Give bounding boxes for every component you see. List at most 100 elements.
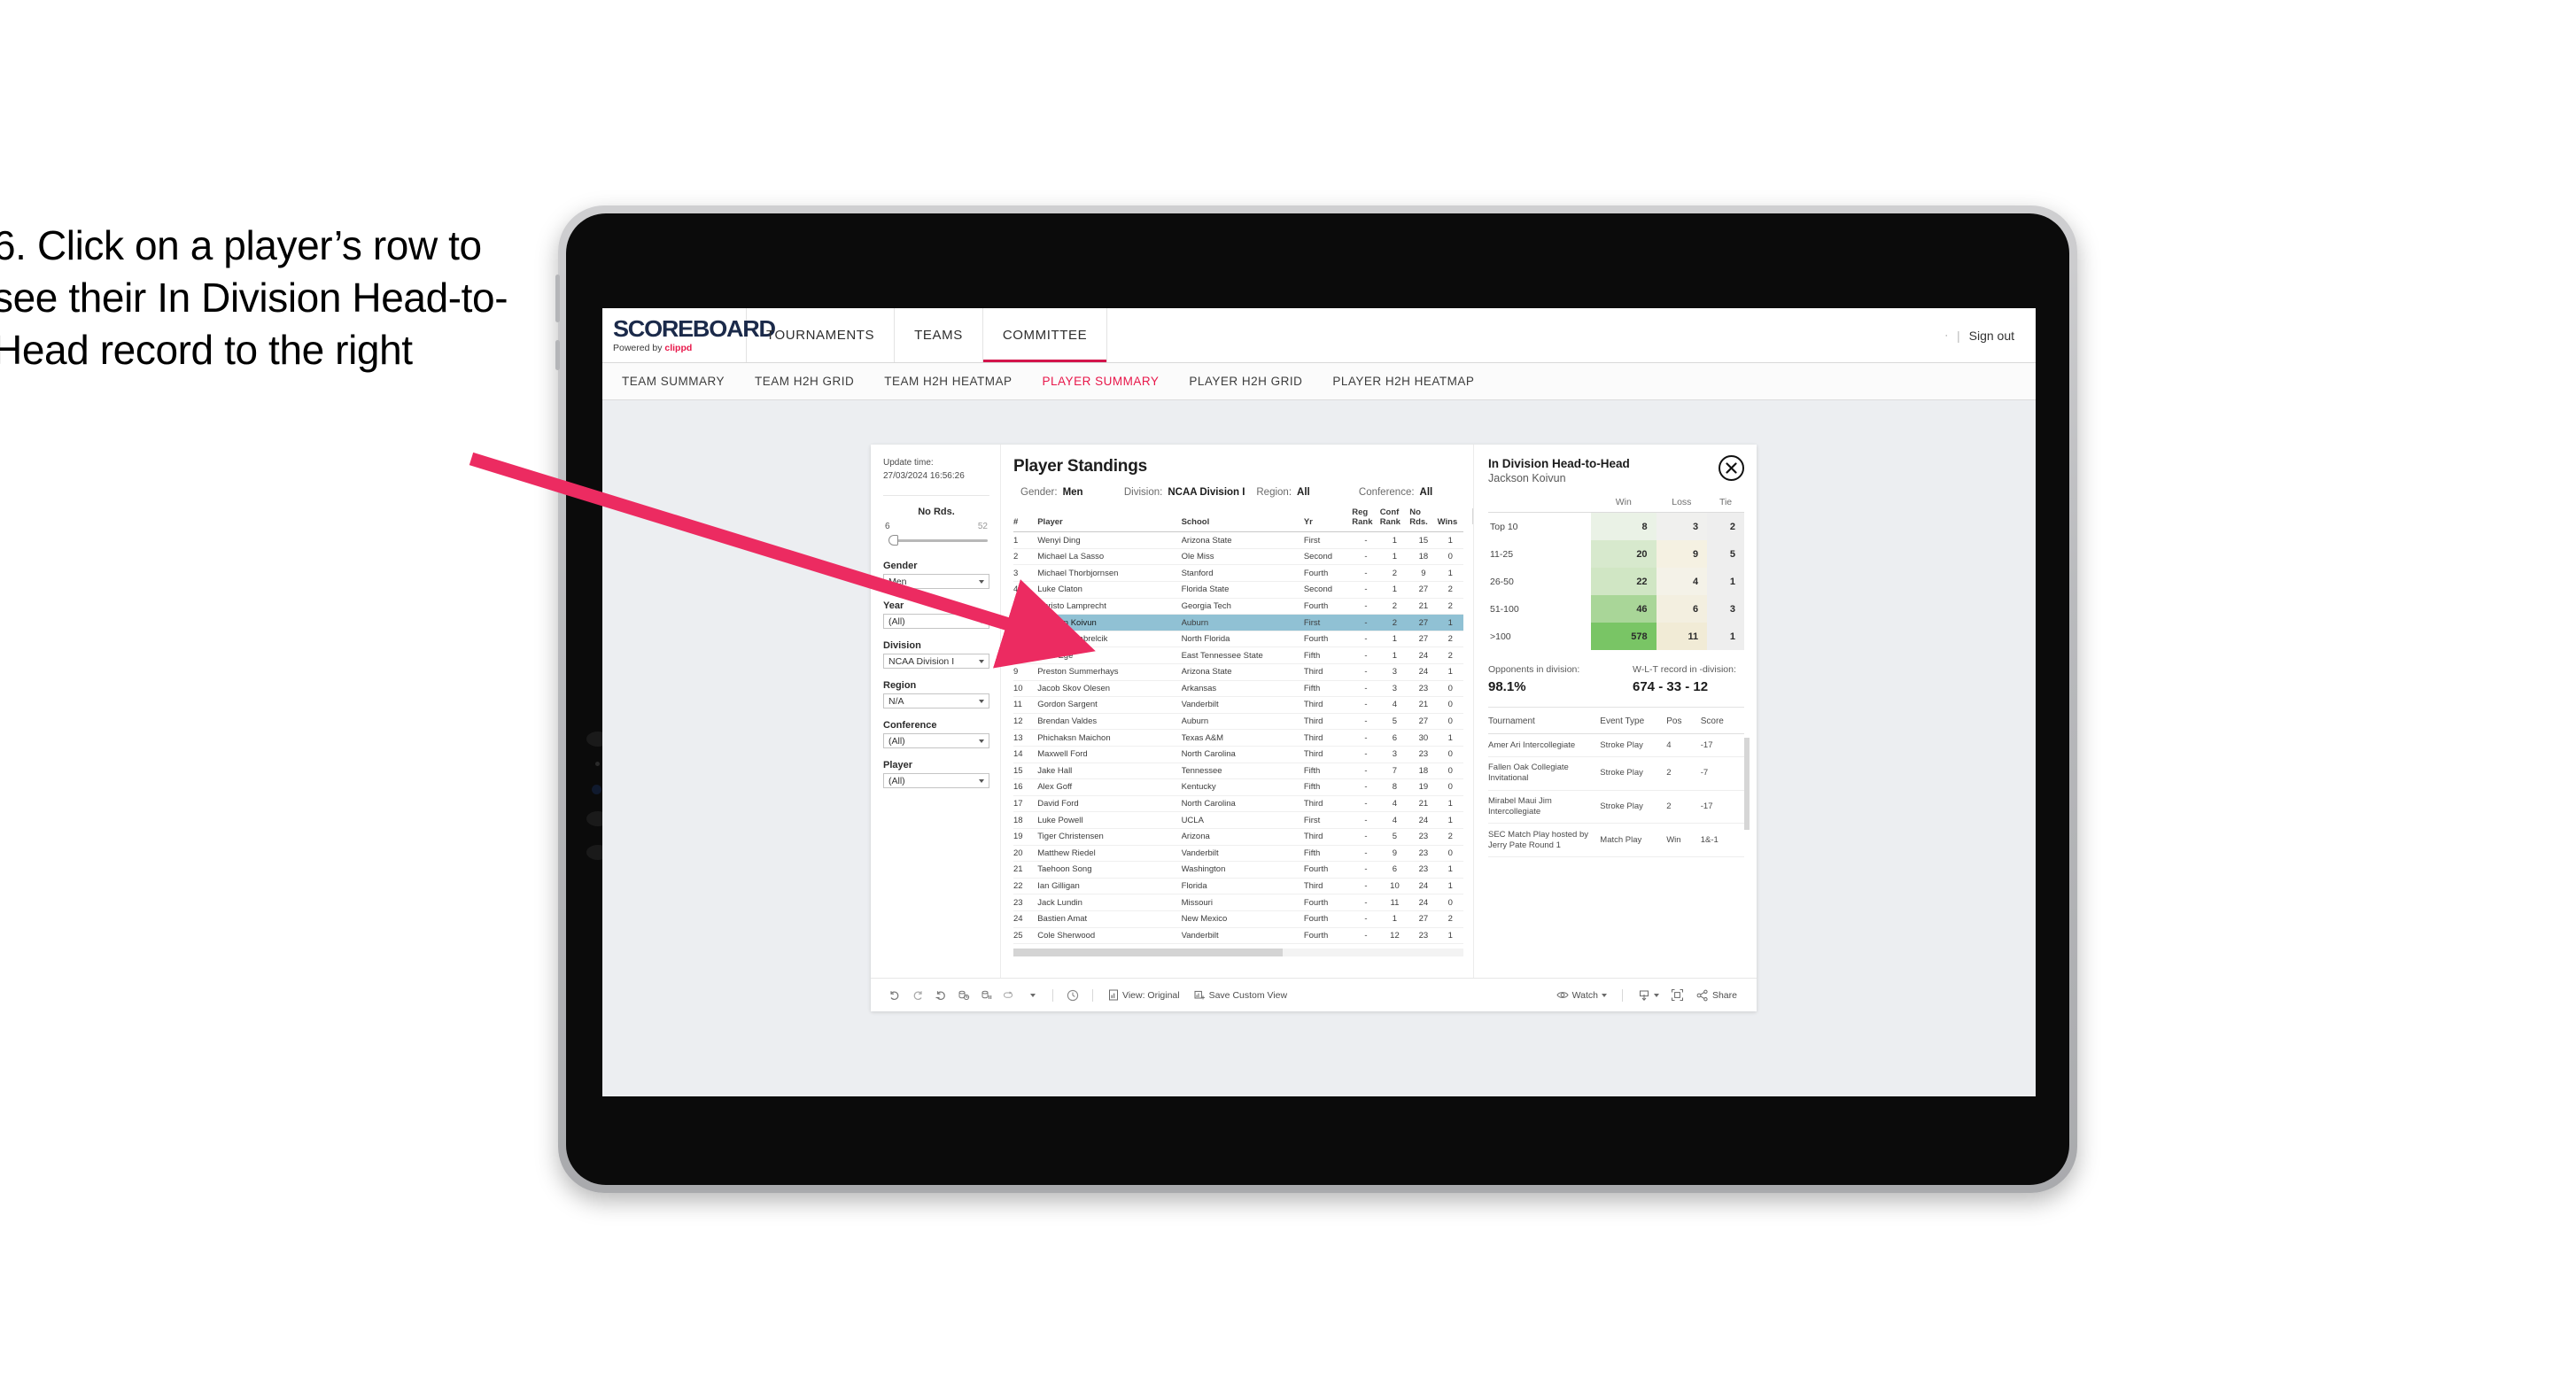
- tournament-row[interactable]: Fallen Oak Collegiate Invitational Stroke…: [1488, 756, 1744, 791]
- col-tournament[interactable]: Tournament: [1488, 709, 1601, 734]
- tab-player-h2h-grid[interactable]: PLAYER H2H GRID: [1189, 375, 1302, 388]
- col-school[interactable]: School: [1181, 508, 1304, 533]
- cell-rank: 5: [1013, 598, 1038, 616]
- table-row[interactable]: 25 Cole Sherwood Vanderbilt Fourth -12 23 1: [1013, 927, 1463, 945]
- table-row[interactable]: 8 Mats Ege East Tennessee State Fifth -1 24 2: [1013, 647, 1463, 664]
- table-row[interactable]: 19 Tiger Christensen Arizona Third -5 23 2: [1013, 828, 1463, 846]
- download-button[interactable]: [1631, 989, 1666, 1002]
- table-row[interactable]: 5 Christo Lamprecht Georgia Tech Fourth -2 21…: [1013, 598, 1463, 616]
- table-row[interactable]: 12 Brendan Valdes Auburn Third -5 27 0: [1013, 713, 1463, 731]
- topnav-teams[interactable]: TEAMS: [895, 308, 983, 362]
- tab-team-summary[interactable]: TEAM SUMMARY: [622, 375, 725, 388]
- table-row[interactable]: 11 Gordon Sargent Vanderbilt Third -4 21 0: [1013, 696, 1463, 714]
- tab-player-h2h-heatmap[interactable]: PLAYER H2H HEATMAP: [1332, 375, 1474, 388]
- cell-yr: Fourth: [1303, 564, 1353, 583]
- table-row[interactable]: 18 Luke Powell UCLA First -4 24 1: [1013, 811, 1463, 829]
- chevron-down-icon: [979, 739, 984, 743]
- topnav-committee[interactable]: COMMITTEE: [982, 308, 1108, 362]
- filter-player-select[interactable]: (All): [883, 773, 989, 788]
- tablet-camera: [592, 785, 601, 794]
- table-row[interactable]: 21 Taehoon Song Washington Fourth -6 23 1: [1013, 861, 1463, 879]
- cell-player: David Ford: [1037, 795, 1182, 813]
- filter-division-select[interactable]: NCAA Division I: [883, 654, 989, 669]
- cell-player: Cole Sherwood: [1037, 927, 1182, 945]
- col-reg-rank[interactable]: Reg Rank: [1352, 507, 1380, 533]
- clock-icon[interactable]: [1061, 984, 1084, 1007]
- table-row[interactable]: 20 Matthew Riedel Vanderbilt Fifth -9 23 0: [1013, 845, 1463, 863]
- no-rounds-slider[interactable]: No Rds. 6 52: [883, 507, 989, 546]
- undo-icon[interactable]: [883, 984, 906, 1007]
- tournament-head: Tournament Event Type Pos Score: [1488, 709, 1744, 734]
- tournament-type: Stroke Play: [1600, 790, 1667, 825]
- col-wins[interactable]: Wins: [1437, 508, 1463, 533]
- table-row[interactable]: 14 Maxwell Ford North Carolina Third -3 23 0: [1013, 746, 1463, 763]
- table-row[interactable]: 15 Jake Hall Tennessee Fifth -7 18 0: [1013, 763, 1463, 780]
- filter-conference-select[interactable]: (All): [883, 733, 989, 748]
- toolbar-dropdown-caret[interactable]: [1021, 984, 1044, 1007]
- tournament-scrollbar[interactable]: [1744, 738, 1750, 830]
- h2h-win-cell: 46: [1590, 595, 1657, 623]
- col-player[interactable]: Player: [1037, 508, 1182, 533]
- table-row[interactable]: 9 Preston Summerhays Arizona State Third -3 2…: [1013, 663, 1463, 681]
- filter-year-select[interactable]: (All): [883, 614, 989, 629]
- col-conf-rank[interactable]: Conf Rank: [1379, 507, 1410, 533]
- filter-region-select[interactable]: N/A: [883, 693, 989, 708]
- data-source-icon[interactable]: [998, 984, 1021, 1007]
- sign-out-link[interactable]: Sign out: [1969, 329, 2014, 343]
- col-pos[interactable]: Pos: [1666, 709, 1701, 734]
- tab-player-summary[interactable]: PLAYER SUMMARY: [1043, 375, 1160, 388]
- tab-team-h2h-grid[interactable]: TEAM H2H GRID: [755, 375, 854, 388]
- meta-conference-label: Conference:: [1358, 487, 1415, 498]
- fullscreen-icon[interactable]: [1666, 984, 1689, 1007]
- col-rank[interactable]: #: [1013, 508, 1038, 533]
- topnav-tournaments[interactable]: TOURNAMENTS: [747, 308, 896, 362]
- close-circle-icon[interactable]: [1719, 455, 1744, 481]
- cell-player: Ian Gilligan: [1037, 878, 1182, 895]
- table-row[interactable]: 1 Wenyi Ding Arizona State First -1 15 1: [1013, 531, 1463, 549]
- table-row[interactable]: 7 Nicholas Gabrelcik North Florida Fourth -1…: [1013, 631, 1463, 648]
- update-time: Update time: 27/03/2024 16:56:26: [883, 457, 989, 483]
- table-row[interactable]: 4 Luke Claton Florida State Second -1 27 2: [1013, 581, 1463, 599]
- table-row[interactable]: 22 Ian Gilligan Florida Third -10 24 1: [1013, 878, 1463, 895]
- cell-reg: -: [1352, 894, 1380, 911]
- table-row[interactable]: 16 Alex Goff Kentucky Fifth -8 19 0: [1013, 778, 1463, 796]
- tournament-row[interactable]: SEC Match Play hosted by Jerry Pate Roun…: [1488, 823, 1744, 858]
- cell-rds: 24: [1409, 894, 1438, 911]
- table-row[interactable]: 2 Michael La Sasso Ole Miss Second -1 18 0: [1013, 548, 1463, 566]
- cell-rds: 27: [1409, 631, 1438, 648]
- cell-school: Vanderbilt: [1181, 927, 1304, 945]
- table-row[interactable]: 3 Michael Thorbjornsen Stanford Fourth -2 9 1: [1013, 564, 1463, 583]
- scrollbar-thumb[interactable]: [1013, 949, 1283, 956]
- table-row[interactable]: 17 David Ford North Carolina Third -4 21 1: [1013, 795, 1463, 813]
- view-original-button[interactable]: View: Original: [1101, 989, 1187, 1001]
- save-custom-view-button[interactable]: Save Custom View: [1187, 989, 1295, 1001]
- table-row[interactable]: 24 Bastien Amat New Mexico Fourth -1 27 2: [1013, 910, 1463, 928]
- col-event-type[interactable]: Event Type: [1600, 709, 1667, 734]
- revert-icon[interactable]: [929, 984, 952, 1007]
- tournament-row[interactable]: Mirabel Maui Jim Intercollegiate Stroke P…: [1488, 790, 1744, 825]
- cell-wins: 0: [1437, 680, 1463, 698]
- table-row[interactable]: 23 Jack Lundin Missouri Fourth -11 24 0: [1013, 894, 1463, 911]
- tournament-row[interactable]: Amer Ari Intercollegiate Stroke Play 4 -17: [1488, 733, 1744, 757]
- h2h-loss-cell: 9: [1656, 540, 1708, 568]
- col-no-rds[interactable]: No Rds.: [1409, 507, 1438, 533]
- table-row[interactable]: 10 Jacob Skov Olesen Arkansas Fifth -3 23 0: [1013, 680, 1463, 698]
- share-button[interactable]: Share: [1689, 989, 1744, 1002]
- cell-rank: 1: [1013, 531, 1038, 549]
- slider-handle[interactable]: [888, 535, 898, 546]
- filter-gender-select[interactable]: Men: [883, 574, 989, 589]
- cell-conf: 1: [1379, 548, 1410, 566]
- pause-data-icon[interactable]: [975, 984, 998, 1007]
- table-row[interactable]: 13 Phichaksn Maichon Texas A&M Third -6 30 1: [1013, 729, 1463, 747]
- h2h-row-label: 26-50: [1490, 576, 1514, 587]
- col-yr[interactable]: Yr: [1303, 508, 1353, 533]
- tab-team-h2h-heatmap[interactable]: TEAM H2H HEATMAP: [884, 375, 1012, 388]
- refresh-data-icon[interactable]: [952, 984, 975, 1007]
- cell-reg: -: [1352, 564, 1380, 583]
- standings-horizontal-scrollbar[interactable]: [1013, 949, 1463, 956]
- table-row[interactable]: 6 Jackson Koivun Auburn First -2 27 1: [1013, 614, 1463, 631]
- col-score[interactable]: Score: [1700, 709, 1744, 734]
- redo-icon[interactable]: [906, 984, 929, 1007]
- watch-button[interactable]: Watch: [1549, 990, 1614, 1001]
- slider-track[interactable]: [883, 534, 989, 546]
